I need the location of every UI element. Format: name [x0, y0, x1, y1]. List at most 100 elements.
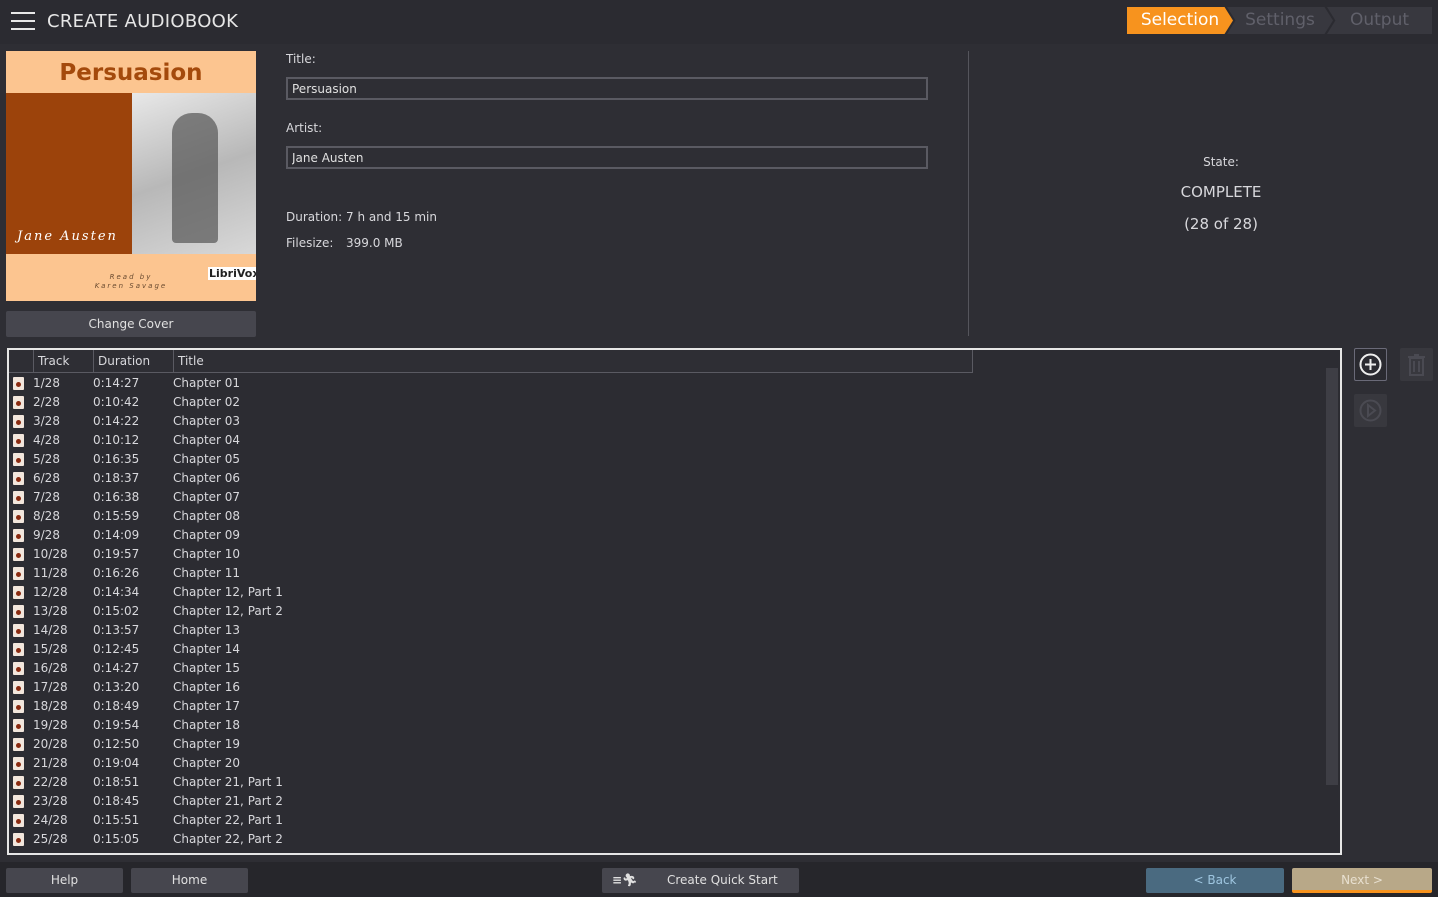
table-row[interactable]: 16/28 0:14:27 Chapter 15: [9, 659, 1325, 678]
title-cell: Chapter 21, Part 1: [173, 775, 283, 789]
duration-cell: 0:14:22: [93, 414, 140, 428]
duration-cell: 0:15:51: [93, 813, 140, 827]
duration-cell: 0:12:45: [93, 642, 140, 656]
track-cell: 15/28: [33, 642, 68, 656]
divider: [968, 51, 969, 336]
header-title[interactable]: Title: [174, 350, 973, 372]
table-row[interactable]: 10/28 0:19:57 Chapter 10: [9, 545, 1325, 564]
audio-file-icon: [13, 567, 24, 580]
back-button[interactable]: < Back: [1146, 868, 1284, 893]
duration-cell: 0:14:09: [93, 528, 140, 542]
track-cell: 16/28: [33, 661, 68, 675]
hamburger-icon[interactable]: [11, 12, 35, 32]
header-duration[interactable]: Duration: [94, 350, 174, 372]
table-row[interactable]: 2/28 0:10:42 Chapter 02: [9, 393, 1325, 412]
track-cell: 17/28: [33, 680, 68, 694]
scrollbar-thumb[interactable]: [1326, 368, 1338, 785]
table-row[interactable]: 5/28 0:16:35 Chapter 05: [9, 450, 1325, 469]
audio-file-icon: [13, 605, 24, 618]
track-cell: 13/28: [33, 604, 68, 618]
track-cell: 10/28: [33, 547, 68, 561]
title-cell: Chapter 10: [173, 547, 241, 561]
table-row[interactable]: 15/28 0:12:45 Chapter 14: [9, 640, 1325, 659]
track-list[interactable]: Track Duration Title 1/28 0:14:27 Chapte…: [7, 348, 1342, 855]
title-cell: Chapter 22, Part 2: [173, 832, 283, 846]
header-track[interactable]: Track: [34, 350, 94, 372]
track-cell: 14/28: [33, 623, 68, 637]
audio-file-icon: [13, 453, 24, 466]
filesize-label: Filesize:: [286, 236, 334, 250]
table-row[interactable]: 11/28 0:16:26 Chapter 11: [9, 564, 1325, 583]
table-row[interactable]: 22/28 0:18:51 Chapter 21, Part 1: [9, 773, 1325, 792]
title-cell: Chapter 12, Part 2: [173, 604, 283, 618]
play-circle-icon: [1359, 399, 1382, 422]
audio-file-icon: [13, 491, 24, 504]
duration-label: Duration:: [286, 210, 343, 224]
duration-cell: 0:12:50: [93, 737, 140, 751]
table-row[interactable]: 17/28 0:13:20 Chapter 16: [9, 678, 1325, 697]
table-row[interactable]: 1/28 0:14:27 Chapter 01: [9, 374, 1325, 393]
track-cell: 3/28: [33, 414, 60, 428]
librivox-logo: LibriVox: [208, 267, 256, 280]
table-row[interactable]: 4/28 0:10:12 Chapter 04: [9, 431, 1325, 450]
table-row[interactable]: 12/28 0:14:34 Chapter 12, Part 1: [9, 583, 1325, 602]
audio-file-icon: [13, 719, 24, 732]
track-cell: 25/28: [33, 832, 68, 846]
track-cell: 21/28: [33, 756, 68, 770]
table-row[interactable]: 25/28 0:15:05 Chapter 22, Part 2: [9, 830, 1325, 849]
table-row[interactable]: 9/28 0:14:09 Chapter 09: [9, 526, 1325, 545]
table-row[interactable]: 20/28 0:12:50 Chapter 19: [9, 735, 1325, 754]
title-cell: Chapter 16: [173, 680, 241, 694]
add-button[interactable]: [1354, 348, 1387, 381]
title-cell: Chapter 03: [173, 414, 241, 428]
table-row[interactable]: 8/28 0:15:59 Chapter 08: [9, 507, 1325, 526]
title-cell: Chapter 06: [173, 471, 241, 485]
title-cell: Chapter 13: [173, 623, 241, 637]
audio-file-icon: [13, 681, 24, 694]
table-row[interactable]: 19/28 0:19:54 Chapter 18: [9, 716, 1325, 735]
duration-cell: 0:15:02: [93, 604, 140, 618]
help-button[interactable]: Help: [6, 868, 123, 893]
table-row[interactable]: 6/28 0:18:37 Chapter 06: [9, 469, 1325, 488]
table-header: Track Duration Title: [9, 350, 973, 373]
track-cell: 20/28: [33, 737, 68, 751]
change-cover-button[interactable]: Change Cover: [6, 311, 256, 337]
table-row[interactable]: 24/28 0:15:51 Chapter 22, Part 1: [9, 811, 1325, 830]
home-button[interactable]: Home: [131, 868, 248, 893]
title-input[interactable]: [286, 77, 928, 100]
title-cell: Chapter 22, Part 1: [173, 813, 283, 827]
title-cell: Chapter 12, Part 1: [173, 585, 283, 599]
play-button[interactable]: [1354, 394, 1387, 427]
table-row[interactable]: 18/28 0:18:49 Chapter 17: [9, 697, 1325, 716]
track-cell: 8/28: [33, 509, 60, 523]
step-settings[interactable]: Settings: [1227, 7, 1333, 34]
create-quick-start-button[interactable]: ≡🏃︎ Create Quick Start: [602, 868, 799, 893]
step-output[interactable]: Output: [1327, 7, 1432, 34]
audio-file-icon: [13, 795, 24, 808]
trash-icon: [1408, 354, 1425, 376]
table-row[interactable]: 7/28 0:16:38 Chapter 07: [9, 488, 1325, 507]
step-selection[interactable]: Selection: [1127, 7, 1233, 34]
duration-cell: 0:14:27: [93, 661, 140, 675]
artist-input[interactable]: [286, 146, 928, 169]
track-cell: 1/28: [33, 376, 60, 390]
track-cell: 4/28: [33, 433, 60, 447]
title-cell: Chapter 20: [173, 756, 241, 770]
table-row[interactable]: 3/28 0:14:22 Chapter 03: [9, 412, 1325, 431]
table-row[interactable]: 14/28 0:13:57 Chapter 13: [9, 621, 1325, 640]
state-label: State:: [1203, 155, 1239, 169]
title-cell: Chapter 21, Part 2: [173, 794, 283, 808]
audio-file-icon: [13, 833, 24, 846]
title-cell: Chapter 02: [173, 395, 241, 409]
table-row[interactable]: 21/28 0:19:04 Chapter 20: [9, 754, 1325, 773]
delete-button[interactable]: [1400, 348, 1433, 381]
cover-author: Jane Austen: [17, 229, 118, 244]
cover-title: Persuasion: [59, 60, 203, 86]
duration-cell: 0:15:05: [93, 832, 140, 846]
table-row[interactable]: 13/28 0:15:02 Chapter 12, Part 2: [9, 602, 1325, 621]
next-button[interactable]: Next >: [1292, 868, 1432, 893]
track-cell: 19/28: [33, 718, 68, 732]
audio-file-icon: [13, 757, 24, 770]
table-row[interactable]: 23/28 0:18:45 Chapter 21, Part 2: [9, 792, 1325, 811]
duration-cell: 0:10:12: [93, 433, 140, 447]
